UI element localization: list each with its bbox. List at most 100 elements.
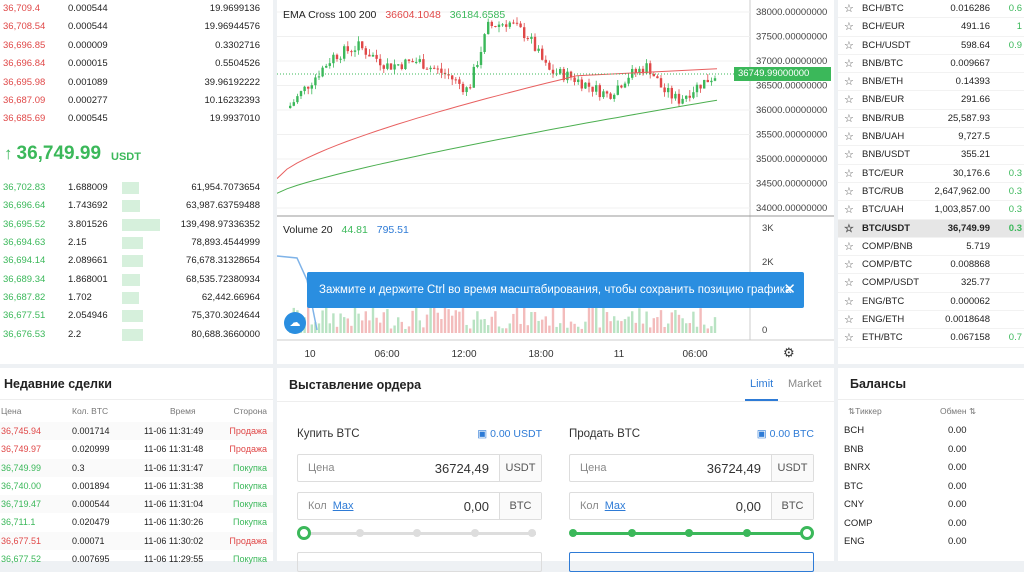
slider-step[interactable]	[528, 529, 536, 537]
pair-row[interactable]: ☆ ENG/ETH 0.0018648	[838, 311, 1024, 330]
pair-row[interactable]: ☆ ETH/BTC 0.067158 0.7	[838, 329, 1024, 348]
star-icon[interactable]: ☆	[844, 329, 854, 347]
slider-step[interactable]	[628, 529, 636, 537]
tab-market[interactable]: Market	[788, 378, 822, 390]
pair-row[interactable]: ☆ BTC/USDT 36,749.99 0.3	[838, 219, 1024, 238]
slider-step[interactable]	[743, 529, 751, 537]
pair-row[interactable]: ☆ BTC/UAH 1,003,857.00 0.3	[838, 201, 1024, 220]
ask-row[interactable]: 36,687.09 0.000277 10.16232393	[0, 92, 273, 110]
slider-step[interactable]	[471, 529, 479, 537]
pair-row[interactable]: ☆ BTC/EUR 30,176.6 0.3	[838, 165, 1024, 183]
slider-step[interactable]	[569, 529, 577, 537]
star-icon[interactable]: ☆	[844, 37, 854, 55]
slider-handle[interactable]	[297, 526, 311, 540]
star-icon[interactable]: ☆	[844, 293, 854, 311]
pair-row[interactable]: ☆ COMP/BNB 5.719	[838, 238, 1024, 257]
star-icon[interactable]: ☆	[844, 201, 854, 219]
bid-row[interactable]: 36,695.52 3.801526 139,498.97336352	[0, 216, 273, 234]
star-icon[interactable]: ☆	[844, 256, 854, 274]
ask-row[interactable]: 36,709.4 0.000544 19.9699136	[0, 0, 273, 18]
chart-canvas[interactable]: 38000.00000000 37500.00000000 37000.000000…	[276, 0, 834, 364]
ask-price: 36,696.85	[3, 39, 46, 51]
trade-time: 11-06 11:31:47	[144, 462, 204, 473]
ask-row[interactable]: 36,696.85 0.000009 0.3302716	[0, 37, 273, 55]
star-icon[interactable]: ☆	[844, 311, 854, 329]
buy-submit-area[interactable]	[297, 552, 542, 572]
bid-row[interactable]: 36,687.82 1.702 62,442.66964	[0, 289, 273, 307]
ask-price: 36,685.69	[3, 113, 46, 125]
buy-balance[interactable]: ▣ 0.00 USDT	[477, 428, 542, 440]
ask-row[interactable]: 36,685.69 0.000545 19.9937010	[0, 110, 273, 128]
tradingview-logo-icon[interactable]: ☁	[284, 312, 306, 334]
bid-price: 36,676.53	[3, 328, 46, 340]
tab-limit[interactable]: Limit	[745, 378, 779, 401]
star-icon[interactable]: ☆	[844, 91, 854, 109]
pair-row[interactable]: ☆ BNB/RUB 25,587.93	[838, 110, 1024, 129]
pair-row[interactable]: ☆ BCH/BTC 0.016286 0.6	[838, 0, 1024, 19]
star-icon[interactable]: ☆	[844, 165, 854, 183]
bid-row[interactable]: 36,676.53 2.2 80,688.3660000	[0, 326, 273, 344]
sell-qty-input[interactable]: Кол Max 0,00 BTC	[569, 492, 814, 520]
bid-price: 36,694.14	[3, 255, 46, 267]
pair-row[interactable]: ☆ COMP/BTC 0.008868	[838, 256, 1024, 275]
gear-icon[interactable]: ⚙	[783, 345, 795, 361]
ask-row[interactable]: 36,708.54 0.000544 19.96944576	[0, 18, 273, 36]
pair-change: 0.3	[1008, 185, 1022, 197]
price-chart[interactable]: 38000.00000000 37500.00000000 37000.000000…	[276, 0, 834, 364]
bid-row[interactable]: 36,694.14 2.089661 76,678.31328654	[0, 252, 273, 270]
balances-header-ticker[interactable]: ⇅Тиккер	[848, 400, 882, 422]
star-icon[interactable]: ☆	[844, 274, 854, 292]
bid-row[interactable]: 36,694.63 2.15 78,893.4544999	[0, 234, 273, 252]
ask-row[interactable]: 36,695.98 0.001089 39.96192222	[0, 74, 273, 92]
ask-row[interactable]: 36,696.84 0.000015 0.5504526	[0, 55, 273, 73]
pair-row[interactable]: ☆ COMP/USDT 325.77	[838, 274, 1024, 293]
bid-row[interactable]: 36,677.51 2.054946 75,370.3024644	[0, 307, 273, 325]
sell-submit-area[interactable]	[569, 552, 814, 572]
star-icon[interactable]: ☆	[844, 146, 854, 164]
candle-body	[659, 78, 663, 88]
star-icon[interactable]: ☆	[844, 128, 854, 146]
star-icon[interactable]: ☆	[844, 73, 854, 91]
close-icon[interactable]: ✕	[783, 272, 796, 308]
pair-row[interactable]: ☆ BNB/EUR 291.66	[838, 91, 1024, 110]
star-icon[interactable]: ☆	[844, 55, 854, 73]
sell-balance[interactable]: ▣ 0.00 BTC	[757, 428, 814, 440]
slider-handle[interactable]	[800, 526, 814, 540]
balances-header-exchange[interactable]: Обмен ⇅	[940, 400, 976, 422]
bid-row[interactable]: 36,702.83 1.688009 61,954.7073654	[0, 179, 273, 197]
pair-row[interactable]: ☆ BNB/UAH 9,727.5	[838, 128, 1024, 147]
slider-step[interactable]	[685, 529, 693, 537]
pair-row[interactable]: ☆ BNB/USDT 355.21	[838, 146, 1024, 165]
star-icon[interactable]: ☆	[844, 18, 854, 36]
pair-row[interactable]: ☆ BTC/RUB 2,647,962.00 0.3	[838, 183, 1024, 202]
trade-row: 36,740.00 0.001894 11-06 11:31:38 Покупка	[0, 477, 273, 495]
star-icon[interactable]: ☆	[844, 220, 854, 238]
bid-depth-bar	[122, 273, 141, 286]
pair-row[interactable]: ☆ BNB/BTC 0.009667	[838, 55, 1024, 74]
pair-row[interactable]: ☆ BCH/USDT 598.64 0.9	[838, 37, 1024, 55]
volume-bar	[562, 305, 565, 333]
sell-max-link[interactable]: Max	[605, 500, 626, 512]
time-tick-label: 11	[614, 349, 625, 360]
pair-row[interactable]: ☆ BCH/EUR 491.16 1	[838, 18, 1024, 37]
candle-body	[656, 76, 659, 79]
bid-row[interactable]: 36,696.64 1.743692 63,987.63759488	[0, 197, 273, 215]
buy-max-link[interactable]: Max	[333, 500, 354, 512]
bid-row[interactable]: 36,689.34 1.868001 68,535.72380934	[0, 271, 273, 289]
pair-row[interactable]: ☆ BNB/ETH 0.14393	[838, 73, 1024, 92]
slider-step[interactable]	[413, 529, 421, 537]
buy-price-input[interactable]: Цена 36724,49 USDT	[297, 454, 542, 482]
slider-step[interactable]	[356, 529, 364, 537]
sell-price-input[interactable]: Цена 36724,49 USDT	[569, 454, 814, 482]
star-icon[interactable]: ☆	[844, 0, 854, 18]
order-form-title: Выставление ордера	[289, 378, 422, 392]
pair-row[interactable]: ☆ ENG/BTC 0.000062	[838, 293, 1024, 312]
buy-amount-slider[interactable]	[297, 526, 542, 540]
star-icon[interactable]: ☆	[844, 110, 854, 128]
ask-total: 19.9699136	[209, 3, 260, 14]
buy-qty-input[interactable]: Кол Max 0,00 BTC	[297, 492, 542, 520]
star-icon[interactable]: ☆	[844, 183, 854, 201]
star-icon[interactable]: ☆	[844, 238, 854, 256]
sell-amount-slider[interactable]	[569, 526, 814, 540]
volume-bar	[422, 327, 425, 333]
